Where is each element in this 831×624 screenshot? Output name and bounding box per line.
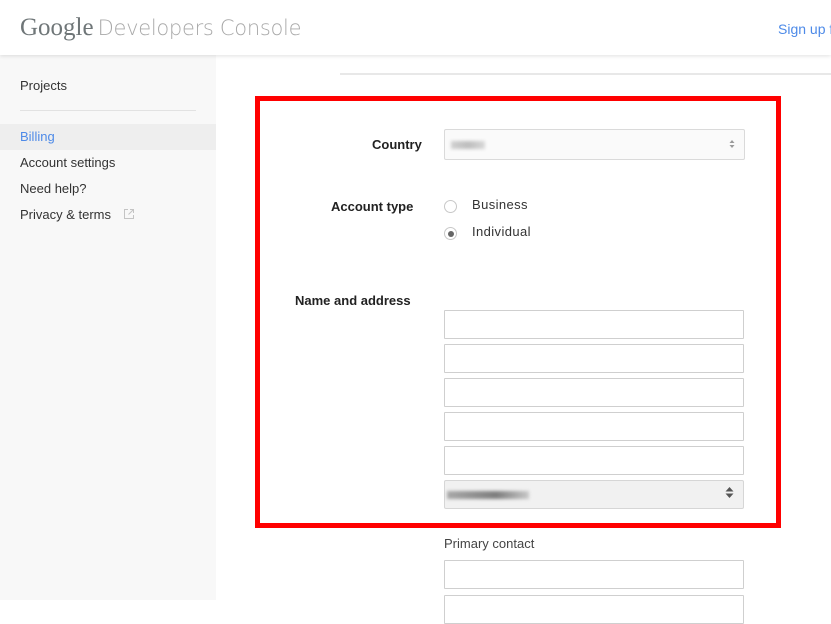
region-select-value: [447, 490, 529, 499]
sidebar-item-label: Privacy & terms: [20, 207, 112, 222]
logo[interactable]: Google Developers Console: [20, 14, 302, 42]
sidebar-divider: [20, 110, 196, 111]
postal-code-field[interactable]: [444, 446, 744, 475]
radio-button-business[interactable]: [444, 200, 457, 213]
sidebar-item-need-help[interactable]: Need help?: [0, 176, 216, 202]
sidebar-item-account-settings[interactable]: Account settings: [0, 150, 216, 176]
region-select[interactable]: [444, 480, 744, 509]
sidebar-item-label: Need help?: [20, 181, 87, 196]
radio-label-business: Business: [472, 197, 528, 212]
sidebar-item-label: Projects: [20, 78, 67, 93]
sidebar-item-privacy-terms[interactable]: Privacy & terms: [0, 202, 216, 228]
name-field[interactable]: [444, 310, 744, 339]
city-field[interactable]: [444, 412, 744, 441]
country-select[interactable]: [444, 129, 745, 160]
app-header: Google Developers Console Sign up f: [0, 0, 831, 55]
address-line2-field[interactable]: [444, 378, 744, 407]
sidebar-item-label: Billing: [20, 129, 55, 144]
address-line1-field[interactable]: [444, 344, 744, 373]
divider: [340, 73, 831, 75]
logo-product: Developers Console: [97, 16, 302, 40]
signup-link[interactable]: Sign up f: [778, 21, 831, 37]
sidebar-item-projects[interactable]: Projects: [0, 73, 216, 99]
sidebar-item-label: Account settings: [20, 155, 116, 170]
select-arrows-icon: [725, 486, 734, 504]
select-arrows-icon: [729, 136, 735, 154]
sidebar: Projects Billing Account settings Need h…: [0, 55, 216, 600]
primary-contact-email-field[interactable]: [444, 595, 744, 624]
account-type-label: Account type: [331, 199, 414, 214]
radio-label-individual: Individual: [472, 224, 531, 239]
logo-brand: Google: [20, 14, 94, 41]
sidebar-item-billing[interactable]: Billing: [0, 124, 216, 150]
country-label: Country: [372, 137, 422, 152]
radio-button-individual[interactable]: [444, 227, 457, 240]
primary-contact-label: Primary contact: [444, 536, 535, 551]
name-address-label: Name and address: [295, 293, 411, 308]
primary-contact-name-field[interactable]: [444, 560, 744, 589]
external-link-icon: [123, 203, 135, 229]
country-select-value: [451, 140, 485, 149]
